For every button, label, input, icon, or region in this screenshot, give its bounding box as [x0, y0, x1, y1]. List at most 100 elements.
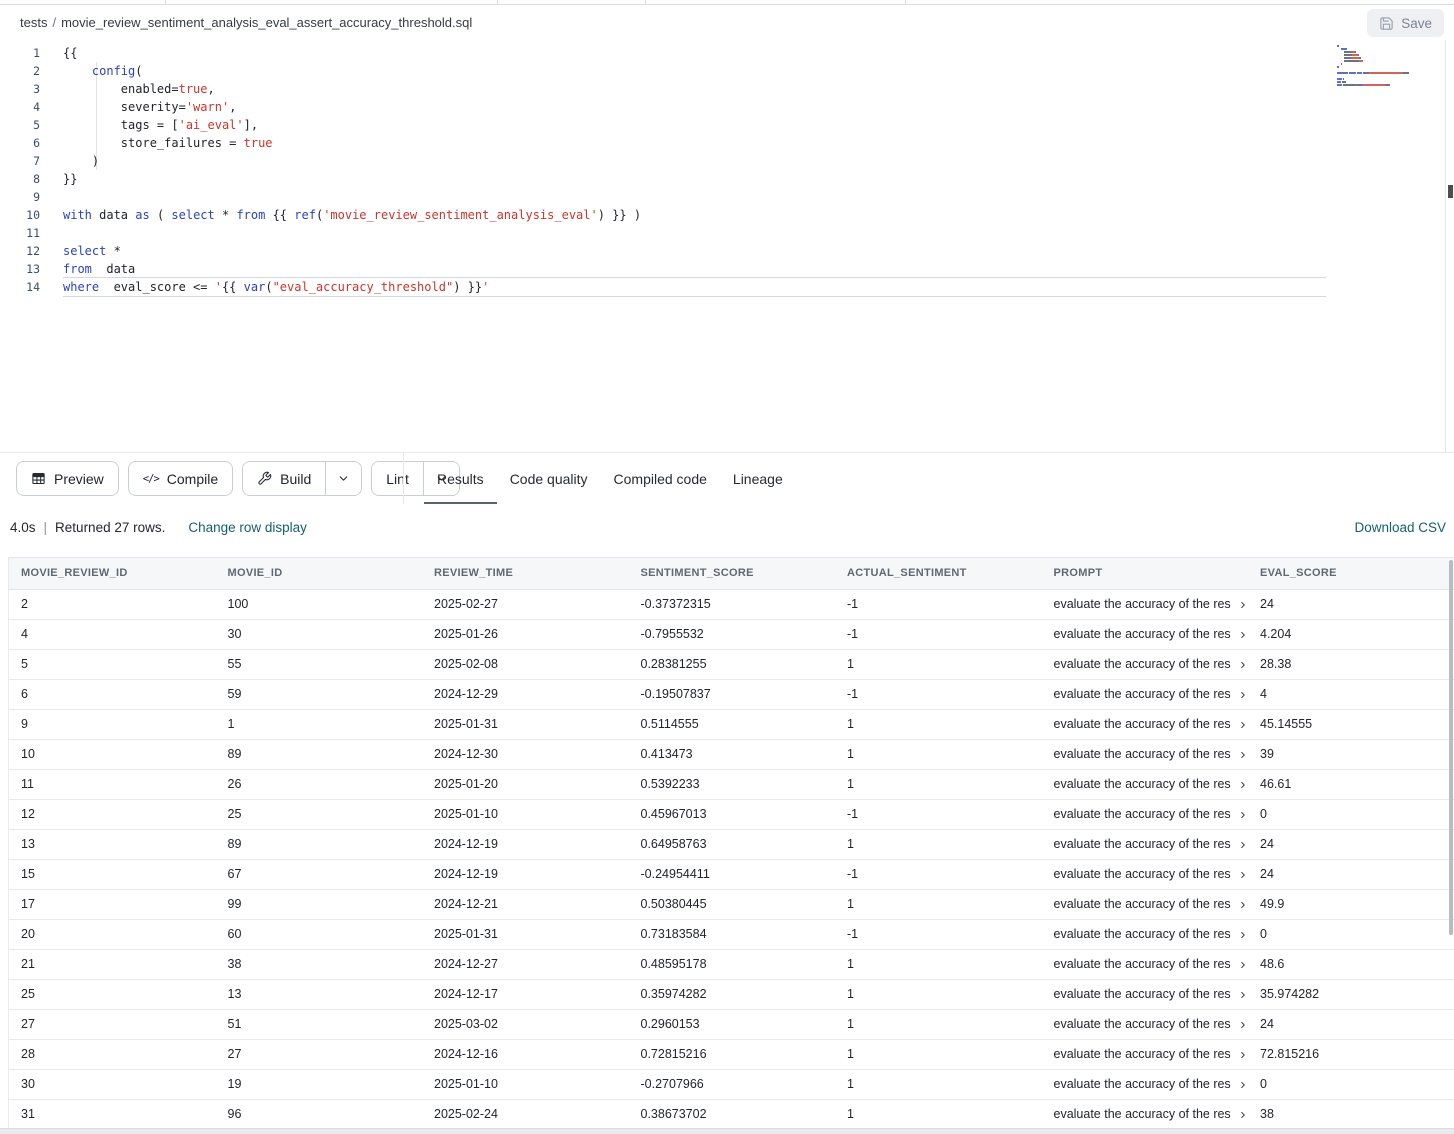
code-editor[interactable]: 1{{2 config(3 enabled=true,4 severity='w…: [0, 40, 1454, 452]
expand-prompt-chevron-right-icon[interactable]: [1238, 630, 1248, 640]
expand-prompt-chevron-right-icon[interactable]: [1238, 720, 1248, 730]
code-line[interactable]: 5 tags = ['ai_eval'],: [0, 116, 1326, 134]
cell-movie_id: 89: [216, 740, 423, 769]
expand-prompt-chevron-right-icon[interactable]: [1238, 1050, 1248, 1060]
code-line[interactable]: 9: [0, 188, 1326, 206]
prompt-preview-text: evaluate the accuracy of the res…: [1054, 740, 1233, 769]
button-label: Build: [280, 471, 311, 487]
table-row: 28272024-12-160.728152161evaluate the ac…: [8, 1040, 1454, 1070]
code-line[interactable]: 12select *: [0, 242, 1326, 260]
code-line[interactable]: 13from data: [0, 260, 1326, 278]
cell-prompt: evaluate the accuracy of the res…: [1042, 890, 1249, 919]
cell-eval_score: 24: [1248, 590, 1454, 619]
code-text: ): [63, 152, 1326, 170]
vertical-scrollbar-thumb[interactable]: [1449, 560, 1453, 935]
cell-review_time: 2025-01-10: [422, 800, 629, 829]
cell-movie_id: 25: [216, 800, 423, 829]
download-csv-link[interactable]: Download CSV: [1354, 520, 1446, 535]
tab-code-quality[interactable]: Code quality: [497, 453, 601, 504]
breadcrumb: tests/movie_review_sentiment_analysis_ev…: [20, 15, 472, 30]
expand-prompt-chevron-right-icon[interactable]: [1238, 870, 1248, 880]
table-row: 12252025-01-100.45967013-1evaluate the a…: [8, 800, 1454, 830]
expand-prompt-chevron-right-icon[interactable]: [1238, 1110, 1248, 1120]
tab-lineage[interactable]: Lineage: [720, 453, 796, 504]
code-line[interactable]: 6 store_failures = true: [0, 134, 1326, 152]
cell-sentiment_score: 0.28381255: [629, 650, 836, 679]
cell-movie_id: 100: [216, 590, 423, 619]
editor-scrollbar-marker[interactable]: [1448, 185, 1453, 198]
code-line[interactable]: 10with data as ( select * from {{ ref('m…: [0, 206, 1326, 224]
expand-prompt-chevron-right-icon[interactable]: [1238, 660, 1248, 670]
breadcrumb-root[interactable]: tests: [20, 15, 47, 30]
expand-prompt-chevron-right-icon[interactable]: [1238, 900, 1248, 910]
expand-prompt-chevron-right-icon[interactable]: [1238, 690, 1248, 700]
build-dropdown-button[interactable]: [325, 462, 361, 495]
cell-movie_review_id: 10: [9, 740, 216, 769]
cell-review_time: 2025-02-27: [422, 590, 629, 619]
preview-button[interactable]: Preview: [17, 462, 118, 495]
tab-results[interactable]: Results: [424, 453, 497, 504]
line-number: 7: [0, 152, 40, 170]
line-number: 14: [0, 278, 40, 296]
code-line[interactable]: 14where eval_score <= '{{ var("eval_accu…: [0, 278, 1326, 296]
expand-prompt-chevron-right-icon[interactable]: [1238, 1020, 1248, 1030]
cell-sentiment_score: 0.64958763: [629, 830, 836, 859]
results-table: MOVIE_REVIEW_IDMOVIE_IDREVIEW_TIMESENTIM…: [8, 557, 1454, 1130]
cell-movie_id: 60: [216, 920, 423, 949]
cell-sentiment_score: 0.45967013: [629, 800, 836, 829]
code-line[interactable]: 4 severity='warn',: [0, 98, 1326, 116]
row-count-message: Returned 27 rows.: [55, 520, 165, 535]
code-line[interactable]: 1{{: [0, 44, 1326, 62]
cell-movie_id: 99: [216, 890, 423, 919]
prompt-preview-text: evaluate the accuracy of the res…: [1054, 680, 1233, 709]
save-button[interactable]: Save: [1367, 9, 1444, 37]
toolbar-divider: [403, 453, 404, 504]
line-number: 8: [0, 170, 40, 188]
column-header-movie_review_id: MOVIE_REVIEW_ID: [9, 558, 216, 589]
code-line[interactable]: 3 enabled=true,: [0, 80, 1326, 98]
tab-compiled-code[interactable]: Compiled code: [601, 453, 720, 504]
lint-button[interactable]: Lint: [372, 462, 423, 495]
cell-review_time: 2024-12-19: [422, 830, 629, 859]
minimap[interactable]: [1337, 45, 1443, 87]
minimap-line: [1337, 84, 1443, 86]
cell-sentiment_score: 0.35974282: [629, 980, 836, 1009]
expand-prompt-chevron-right-icon[interactable]: [1238, 780, 1248, 790]
breadcrumb-separator: /: [47, 15, 61, 30]
prompt-preview-text: evaluate the accuracy of the res…: [1054, 1070, 1233, 1099]
table-body: 21002025-02-27-0.37372315-1evaluate the …: [8, 590, 1454, 1130]
expand-prompt-chevron-right-icon[interactable]: [1238, 960, 1248, 970]
column-header-movie_id: MOVIE_ID: [216, 558, 423, 589]
expand-prompt-chevron-right-icon[interactable]: [1238, 840, 1248, 850]
cell-movie_id: 89: [216, 830, 423, 859]
expand-prompt-chevron-right-icon[interactable]: [1238, 930, 1248, 940]
code-line[interactable]: 11: [0, 224, 1326, 242]
cell-eval_score: 24: [1248, 830, 1454, 859]
code-text: [63, 188, 1326, 206]
line-number: 1: [0, 44, 40, 62]
table-row: 17992024-12-210.503804451evaluate the ac…: [8, 890, 1454, 920]
line-number: 10: [0, 206, 40, 224]
code-line[interactable]: 7 ): [0, 152, 1326, 170]
code-line[interactable]: 2 config(: [0, 62, 1326, 80]
code-text: }}: [63, 170, 1326, 188]
prompt-preview-text: evaluate the accuracy of the res…: [1054, 800, 1233, 829]
compile-button[interactable]: </>Compile: [129, 462, 232, 495]
prompt-preview-text: evaluate the accuracy of the res…: [1054, 1010, 1233, 1039]
expand-prompt-chevron-right-icon[interactable]: [1238, 990, 1248, 1000]
expand-prompt-chevron-right-icon[interactable]: [1238, 750, 1248, 760]
expand-prompt-chevron-right-icon[interactable]: [1238, 810, 1248, 820]
cell-eval_score: 4: [1248, 680, 1454, 709]
prompt-preview-text: evaluate the accuracy of the res…: [1054, 770, 1233, 799]
change-row-display-link[interactable]: Change row display: [188, 520, 307, 535]
results-status-bar: 4.0s | Returned 27 rows. Change row disp…: [0, 504, 1454, 557]
cell-prompt: evaluate the accuracy of the res…: [1042, 860, 1249, 889]
expand-prompt-chevron-right-icon[interactable]: [1238, 1080, 1248, 1090]
code-line[interactable]: 8}}: [0, 170, 1326, 188]
expand-prompt-chevron-right-icon[interactable]: [1238, 600, 1248, 610]
build-button[interactable]: Build: [243, 462, 325, 495]
table-row: 4302025-01-26-0.7955532-1evaluate the ac…: [8, 620, 1454, 650]
preview-button-group: Preview: [16, 461, 119, 496]
prompt-preview-text: evaluate the accuracy of the res…: [1054, 620, 1233, 649]
horizontal-scrollbar[interactable]: [0, 1128, 1454, 1134]
